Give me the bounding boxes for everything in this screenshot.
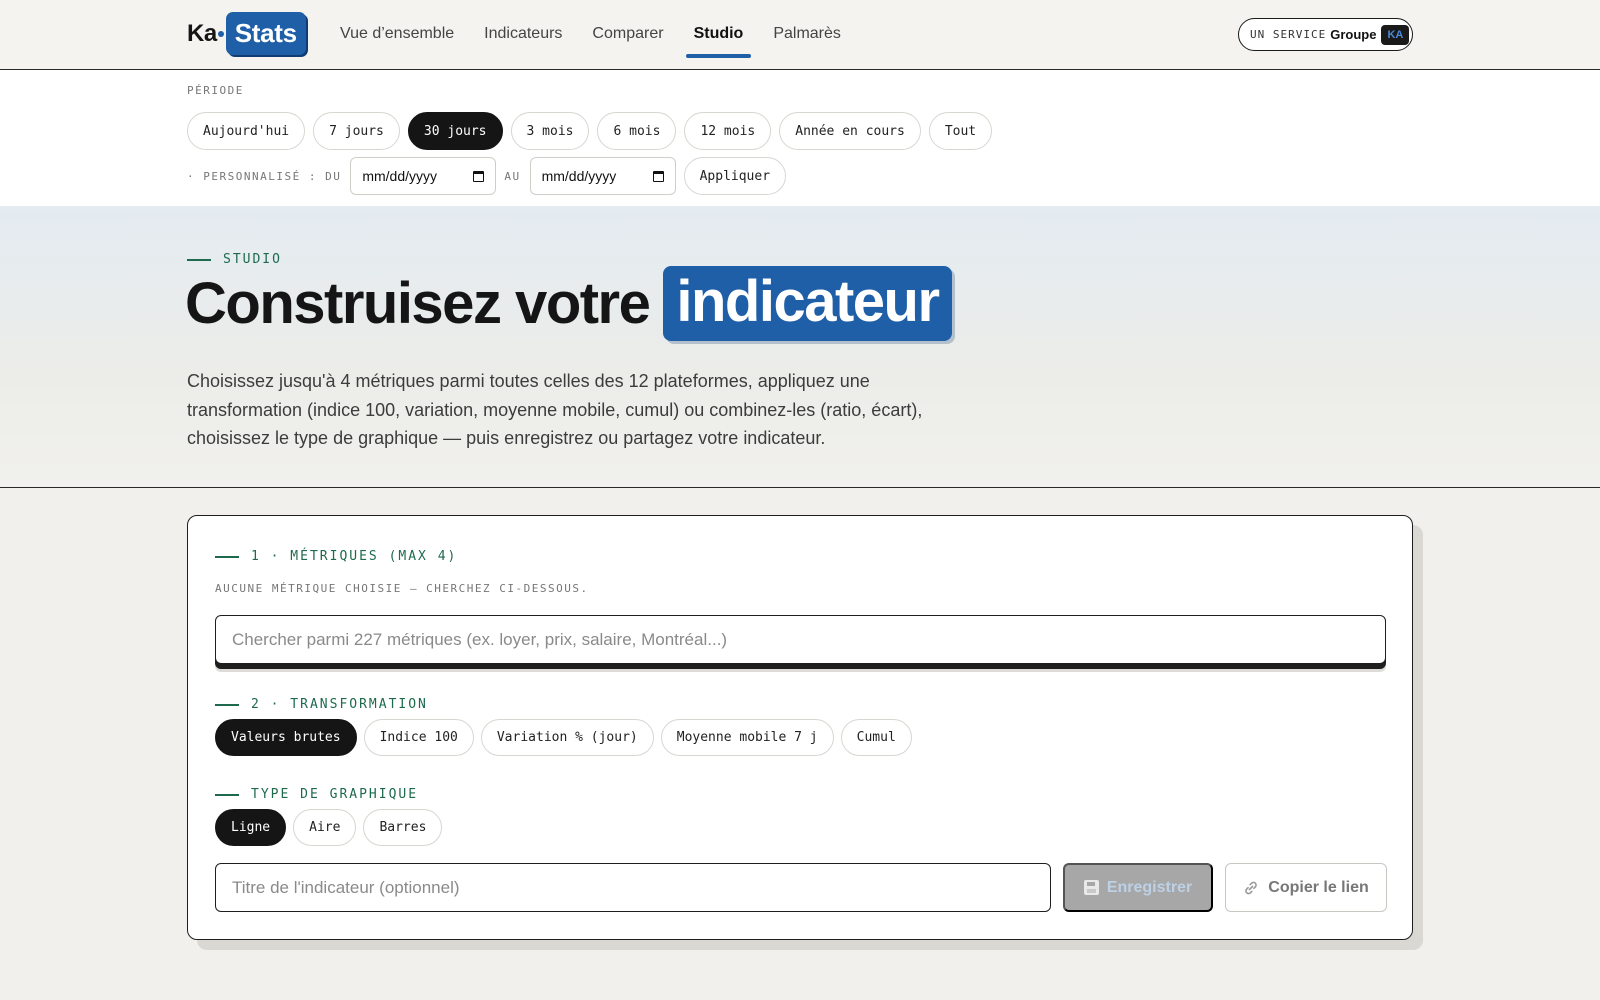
period-chip-all[interactable]: Tout	[928, 112, 993, 150]
service-badge[interactable]: UN SERVICE Groupe KA	[1238, 18, 1413, 51]
chart-type-heading-text: TYPE DE GRAPHIQUE	[251, 787, 419, 802]
floppy-disk-icon	[1083, 880, 1099, 895]
save-button[interactable]: Enregistrer	[1063, 863, 1213, 912]
hero-eyebrow: STUDIO	[187, 252, 282, 267]
logo-prefix: Ka	[187, 19, 217, 47]
calendar-icon[interactable]	[652, 170, 664, 182]
apply-period-button[interactable]: Appliquer	[683, 157, 787, 195]
logo-dot	[217, 30, 224, 37]
period-chip-3-months[interactable]: 3 mois	[510, 112, 590, 150]
eyebrow-text: STUDIO	[223, 252, 282, 267]
chart-type-options: Ligne Aire Barres	[215, 809, 443, 846]
save-button-label: Enregistrer	[1106, 878, 1193, 896]
hero-description: Choisissez jusqu'à 4 métriques parmi tou…	[187, 371, 923, 448]
page-title-highlight: indicateur	[663, 266, 952, 341]
section-dash	[215, 793, 239, 796]
section-dash	[215, 703, 239, 706]
period-chip-current-year[interactable]: Année en cours	[779, 112, 921, 150]
period-chip-12-months[interactable]: 12 mois	[684, 112, 772, 150]
transform-chip-raw[interactable]: Valeurs brutes	[215, 719, 357, 756]
nav-item-overview[interactable]: Vue d’ensemble	[325, 0, 469, 68]
chart-type-chip-area[interactable]: Aire	[293, 809, 357, 846]
calendar-icon[interactable]	[473, 170, 485, 182]
transform-chip-variation[interactable]: Variation % (jour)	[480, 719, 654, 756]
chart-type-chip-bars[interactable]: Barres	[363, 809, 443, 846]
metrics-heading-text: 1 · MÉTRIQUES (MAX 4)	[251, 549, 458, 564]
eyebrow-dash	[187, 258, 211, 261]
nav-item-rankings[interactable]: Palmarès	[758, 0, 856, 68]
period-chips: Aujourd'hui 7 jours 30 jours 3 mois 6 mo…	[187, 112, 993, 150]
transformation-heading: 2 · TRANSFORMATION	[215, 697, 428, 712]
service-brand: Groupe	[1330, 27, 1377, 42]
nav-item-compare[interactable]: Comparer	[577, 0, 678, 68]
copy-link-label: Copier le lien	[1268, 878, 1369, 896]
date-from-field[interactable]: mm/dd/yyyy	[350, 157, 497, 195]
nav-item-studio[interactable]: Studio	[679, 0, 759, 68]
metrics-heading: 1 · MÉTRIQUES (MAX 4)	[215, 549, 457, 564]
transform-chip-moving-average[interactable]: Moyenne mobile 7 j	[660, 719, 834, 756]
period-chip-30-days[interactable]: 30 jours	[407, 112, 503, 150]
service-brand-badge: KA	[1381, 24, 1410, 45]
nav-item-indicators[interactable]: Indicateurs	[469, 0, 577, 68]
period-chip-7-days[interactable]: 7 jours	[313, 112, 400, 150]
metrics-hint: AUCUNE MÉTRIQUE CHOISIE — CHERCHEZ CI-DE…	[215, 582, 589, 595]
period-chip-today[interactable]: Aujourd'hui	[187, 112, 306, 150]
date-to-placeholder: mm/dd/yyyy	[541, 168, 617, 184]
studio-hero: STUDIO Construisez votre indicateur Choi…	[0, 206, 1600, 488]
link-icon	[1245, 881, 1258, 894]
indicator-builder: 1 · MÉTRIQUES (MAX 4) AUCUNE MÉTRIQUE CH…	[187, 515, 1413, 940]
main-nav: Vue d’ensemble Indicateurs Comparer Stud…	[325, 0, 856, 68]
logo-name: Stats	[225, 12, 306, 55]
period-label: PÉRIODE	[187, 84, 244, 97]
date-to-field[interactable]: mm/dd/yyyy	[529, 157, 676, 195]
service-label: UN SERVICE	[1250, 28, 1327, 41]
transform-chip-cumulative[interactable]: Cumul	[840, 719, 912, 756]
indicator-title-input[interactable]	[215, 863, 1051, 912]
chart-type-chip-line[interactable]: Ligne	[215, 809, 287, 846]
chart-type-heading: TYPE DE GRAPHIQUE	[215, 787, 418, 802]
transform-chip-index-100[interactable]: Indice 100	[363, 719, 474, 756]
top-navigation: Ka Stats Vue d’ensemble Indicateurs Comp…	[0, 0, 1600, 70]
copy-link-button[interactable]: Copier le lien	[1225, 863, 1387, 912]
custom-period-label: · PERSONNALISÉ : DU	[187, 169, 342, 183]
kastats-logo[interactable]: Ka Stats	[187, 11, 306, 56]
period-chip-6-months[interactable]: 6 mois	[597, 112, 677, 150]
metric-search-input[interactable]	[215, 615, 1386, 664]
transformation-heading-text: 2 · TRANSFORMATION	[251, 697, 428, 712]
page-title: Construisez votre indicateur	[185, 266, 952, 341]
date-to-label: AU	[504, 169, 521, 183]
date-from-placeholder: mm/dd/yyyy	[362, 168, 438, 184]
transformation-options: Valeurs brutes Indice 100 Variation % (j…	[215, 719, 912, 756]
custom-period-row: · PERSONNALISÉ : DU mm/dd/yyyy AU mm/dd/…	[187, 157, 787, 195]
page-title-text: Construisez votre	[185, 271, 651, 336]
period-selector: PÉRIODE Aujourd'hui 7 jours 30 jours 3 m…	[0, 70, 1600, 206]
section-dash	[215, 555, 239, 558]
